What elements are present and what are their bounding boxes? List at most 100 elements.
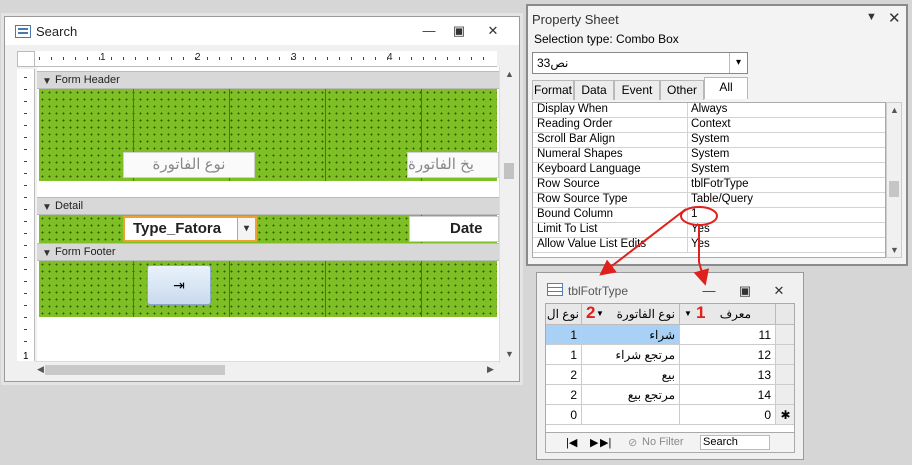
ruler-tick	[135, 57, 136, 60]
tab-all[interactable]: All	[704, 77, 748, 99]
table-cell[interactable]: 1	[546, 345, 582, 365]
search-input[interactable]: Search	[700, 435, 770, 450]
table-cell[interactable]: 11	[680, 325, 776, 345]
ruler-tick	[123, 57, 124, 60]
property-name: Reading Order	[537, 118, 613, 130]
property-row[interactable]: Allow Value List Edits Yes	[533, 238, 885, 253]
property-value[interactable]: System	[691, 163, 729, 175]
vertical-scrollbar[interactable]: ▲ ▼	[499, 67, 517, 363]
table-cell[interactable]: 14	[680, 385, 776, 405]
scroll-thumb[interactable]	[889, 181, 899, 197]
invoice-type-label[interactable]: نوع الفاتورة	[123, 152, 255, 178]
section-arrow-icon: ▼	[42, 202, 52, 213]
column-divider	[687, 193, 688, 208]
table-cell[interactable]	[582, 405, 680, 425]
form-design-surface: ▼ Form Header نوع الفاتورة يخ الفاتورة ▼…	[37, 67, 499, 363]
property-row[interactable]: Keyboard Language System	[533, 163, 885, 178]
nav-next-icon[interactable]: ▶	[590, 436, 598, 449]
property-scrollbar[interactable]: ▲ ▼	[886, 102, 902, 258]
property-value[interactable]: Always	[691, 103, 727, 115]
table-cell[interactable]: شراء	[582, 325, 680, 345]
scroll-thumb[interactable]	[45, 365, 225, 375]
scroll-thumb[interactable]	[504, 163, 514, 179]
table-cell[interactable]: 2	[546, 385, 582, 405]
property-row[interactable]: Row Source tblFotrType	[533, 178, 885, 193]
scroll-up-icon[interactable]: ▲	[505, 69, 514, 79]
minimize-icon[interactable]: —	[695, 281, 723, 301]
table-cell[interactable]: 0	[546, 405, 582, 425]
chevron-down-icon[interactable]: ▼	[866, 11, 877, 23]
record-selector[interactable]	[776, 365, 794, 385]
column-header[interactable]: معرف ▼ 1	[680, 304, 776, 325]
close-icon[interactable]: ✕	[479, 21, 507, 41]
scroll-right-icon[interactable]: ▶	[487, 364, 494, 375]
form-header-bar[interactable]: ▼ Form Header	[37, 71, 499, 89]
record-selector[interactable]: ✱	[776, 405, 794, 425]
scroll-down-icon[interactable]: ▼	[505, 349, 514, 359]
table-cell[interactable]: 1	[546, 325, 582, 345]
date-text-box[interactable]: Date	[409, 216, 499, 242]
table-cell[interactable]: 13	[680, 365, 776, 385]
scroll-up-icon[interactable]: ▲	[890, 105, 899, 115]
close-icon[interactable]: ✕	[765, 281, 793, 301]
invoice-date-label[interactable]: يخ الفاتورة	[407, 152, 499, 178]
detail-section[interactable]: Type_Fatora ▾ Date	[39, 215, 499, 243]
record-selector[interactable]	[776, 345, 794, 365]
no-filter-button[interactable]: No Filter	[642, 436, 684, 448]
property-value[interactable]: System	[691, 133, 729, 145]
minimize-icon[interactable]: —	[415, 21, 443, 41]
form-footer-bar[interactable]: ▼ Form Footer	[37, 243, 499, 261]
chevron-down-icon[interactable]: ▼	[596, 304, 604, 324]
chevron-down-icon[interactable]: ▾	[729, 53, 747, 73]
property-value[interactable]: 1	[691, 208, 697, 220]
property-value[interactable]: Table/Query	[691, 193, 753, 205]
ruler-tick	[471, 57, 472, 60]
property-row[interactable]: Reading Order Context	[533, 118, 885, 133]
table-cell[interactable]: 0	[680, 405, 776, 425]
control-selector[interactable]: نص33 ▾	[532, 52, 748, 74]
restore-icon[interactable]: ▣	[731, 281, 759, 301]
property-value[interactable]: Yes	[691, 238, 710, 250]
property-row[interactable]: Numeral Shapes System	[533, 148, 885, 163]
table-cell[interactable]: 2	[546, 365, 582, 385]
property-row[interactable]: Bound Column 1	[533, 208, 885, 223]
table-cell[interactable]: مرتجع بيع	[582, 385, 680, 405]
property-sheet-title: Property Sheet	[532, 12, 619, 27]
scroll-down-icon[interactable]: ▼	[890, 245, 899, 255]
property-row[interactable]: Limit To List Yes	[533, 223, 885, 238]
detail-bar[interactable]: ▼ Detail	[37, 197, 499, 215]
form-header-section[interactable]: نوع الفاتورة يخ الفاتورة	[39, 89, 499, 181]
ruler-tick	[24, 245, 27, 246]
chevron-down-icon[interactable]: ▾	[237, 218, 255, 240]
property-row[interactable]: Row Source Type Table/Query	[533, 193, 885, 208]
tab-format[interactable]: Format	[532, 80, 574, 100]
nav-first-icon[interactable]: |◀	[566, 436, 577, 449]
horizontal-scrollbar[interactable]: ◀ ▶	[35, 361, 499, 377]
restore-icon[interactable]: ▣	[445, 21, 473, 41]
form-footer-section[interactable]: ⇥	[39, 261, 497, 317]
scroll-left-icon[interactable]: ◀	[37, 364, 44, 375]
property-value[interactable]: Yes	[691, 223, 710, 235]
type-combo-box[interactable]: Type_Fatora ▾	[123, 216, 257, 242]
tab-other[interactable]: Other	[660, 80, 704, 100]
exit-command-button[interactable]: ⇥	[147, 265, 211, 305]
table-cell[interactable]: 12	[680, 345, 776, 365]
tab-data[interactable]: Data	[574, 80, 614, 100]
property-value[interactable]: tblFotrType	[691, 178, 749, 190]
property-value[interactable]: System	[691, 148, 729, 160]
column-header[interactable]: نوع ال	[546, 304, 582, 325]
property-value[interactable]: Context	[691, 118, 731, 130]
form-selector[interactable]	[17, 51, 35, 67]
chevron-down-icon[interactable]: ▼	[684, 304, 692, 324]
record-selector[interactable]	[776, 385, 794, 405]
property-row[interactable]: Scroll Bar Align System	[533, 133, 885, 148]
tab-event[interactable]: Event	[614, 80, 660, 100]
property-row[interactable]: Display When Always	[533, 103, 885, 118]
column-header[interactable]: نوع الفاتورة ▼ 2	[582, 304, 680, 325]
table-cell[interactable]: بيع	[582, 365, 680, 385]
record-selector[interactable]	[776, 325, 794, 345]
table-cell[interactable]: مرتجع شراء	[582, 345, 680, 365]
record-selector-header[interactable]	[776, 304, 794, 325]
nav-last-icon[interactable]: ▶|	[600, 436, 611, 449]
close-icon[interactable]: ✕	[888, 9, 901, 27]
